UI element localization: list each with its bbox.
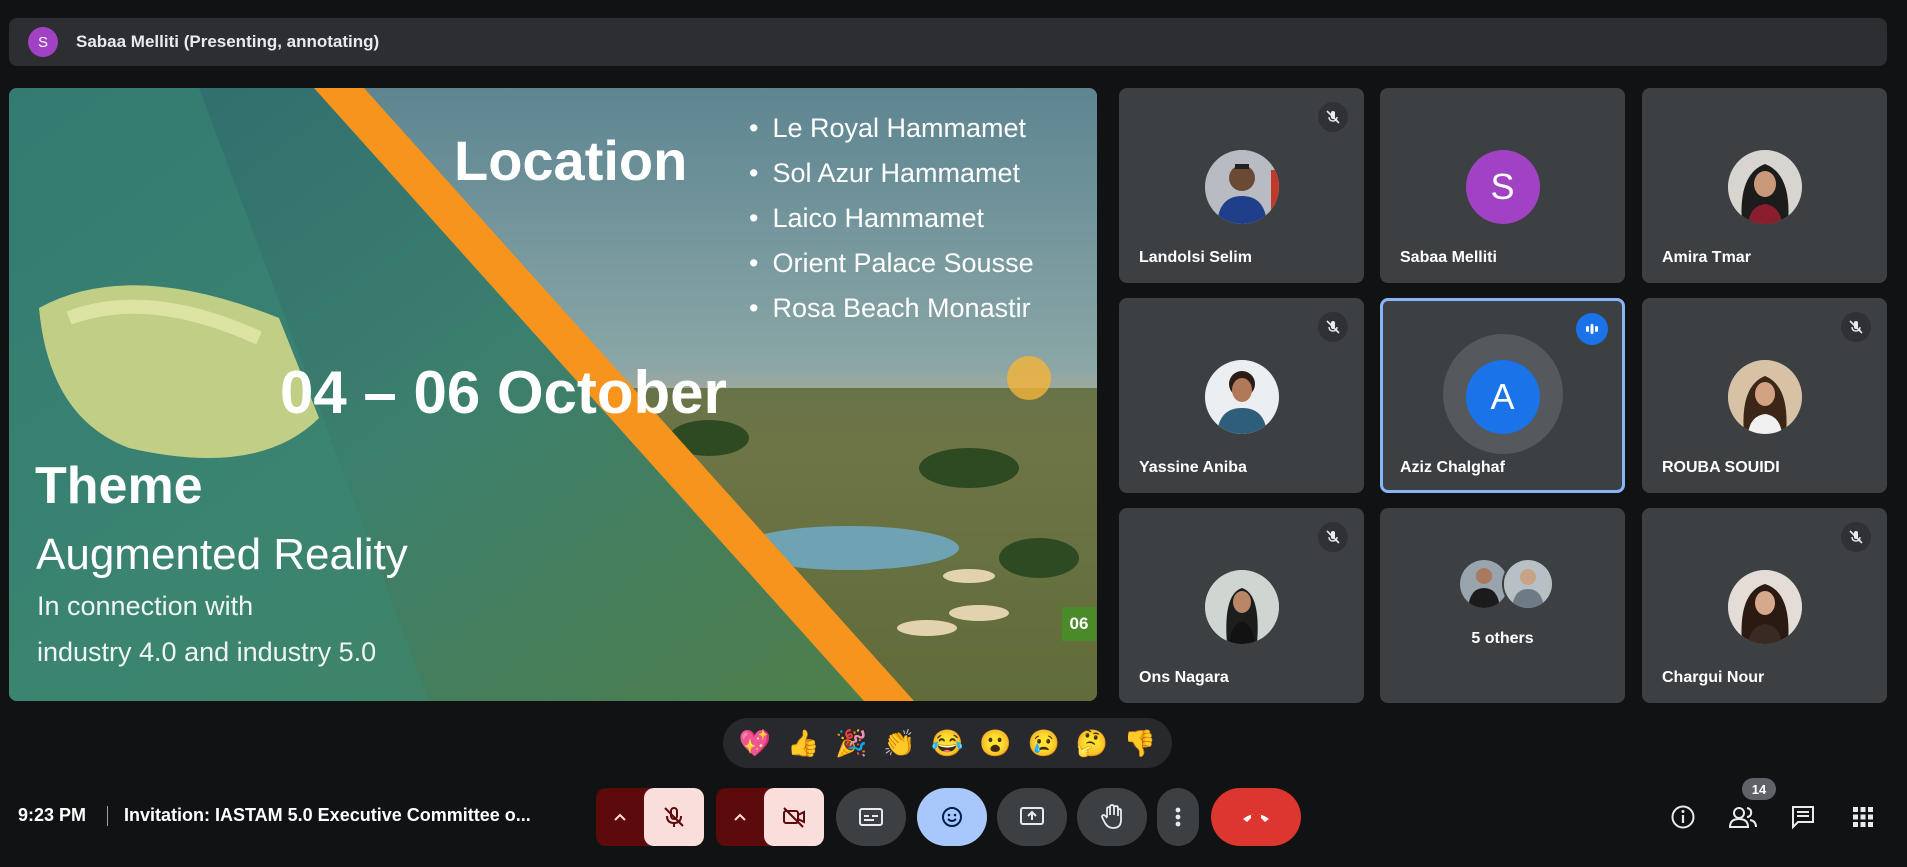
- reaction-clap[interactable]: 👏: [878, 728, 920, 759]
- camera-control: [716, 788, 824, 846]
- people-icon: [1728, 807, 1757, 828]
- participant-tile[interactable]: Yassine Aniba: [1119, 298, 1364, 493]
- apps-grid-icon: [1853, 807, 1873, 827]
- captions-button[interactable]: [836, 788, 906, 846]
- participant-name: Landolsi Selim: [1139, 249, 1252, 266]
- mic-off-button[interactable]: [644, 788, 704, 846]
- avatar: [1204, 570, 1279, 644]
- reaction-thumbs-up[interactable]: 👍: [782, 728, 824, 759]
- divider: [107, 806, 108, 826]
- location-item: Le Royal Hammamet: [749, 106, 1034, 151]
- avatar: [1204, 150, 1279, 224]
- audio-options-chevron-icon[interactable]: [596, 788, 644, 846]
- hand-icon: [1101, 804, 1122, 829]
- reaction-thinking[interactable]: 🤔: [1071, 728, 1113, 759]
- avatar: S: [1465, 150, 1540, 224]
- location-item: Sol Azur Hammamet: [749, 151, 1034, 196]
- participant-name: Aziz Chalghaf: [1400, 459, 1505, 476]
- participant-name: Yassine Aniba: [1139, 459, 1247, 476]
- clock: 9:23 PM: [18, 805, 87, 825]
- reactions-button[interactable]: [917, 788, 987, 846]
- reaction-party[interactable]: 🎉: [830, 728, 872, 759]
- others-avatar-group: [1458, 558, 1554, 610]
- chat-button[interactable]: [1786, 800, 1820, 834]
- chat-icon: [1792, 806, 1814, 830]
- leave-call-button[interactable]: [1211, 788, 1301, 846]
- presenter-avatar: S: [28, 27, 58, 57]
- participant-tile[interactable]: Ons Nagara: [1119, 508, 1364, 703]
- event-date: 04 – 06 October: [280, 359, 727, 426]
- participant-tile[interactable]: ROUBA SOUIDI: [1642, 298, 1887, 493]
- mic-off-icon: [1318, 312, 1348, 342]
- participant-tile[interactable]: Chargui Nour: [1642, 508, 1887, 703]
- location-list: Le Royal Hammamet Sol Azur Hammamet Laic…: [749, 106, 1034, 331]
- microphone-control: [596, 788, 704, 846]
- meeting-details-button[interactable]: [1666, 800, 1700, 834]
- avatar: [1502, 558, 1554, 610]
- location-title: Location: [454, 129, 688, 192]
- avatar: A: [1465, 360, 1540, 434]
- avatar: [1727, 570, 1802, 644]
- participant-tile[interactable]: S Sabaa Melliti: [1380, 88, 1625, 283]
- mic-off-icon: [1841, 522, 1871, 552]
- reaction-sad[interactable]: 😢: [1023, 728, 1065, 759]
- participant-name: Sabaa Melliti: [1400, 249, 1497, 266]
- reactions-bar: 💖 👍 🎉 👏 😂 😮 😢 🤔 👎: [723, 718, 1172, 768]
- presenter-label: Sabaa Melliti (Presenting, annotating): [76, 32, 380, 51]
- location-item: Laico Hammamet: [749, 196, 1034, 241]
- reaction-surprised[interactable]: 😮: [975, 728, 1017, 759]
- theme-caption: industry 4.0 and industry 5.0: [37, 637, 377, 667]
- theme-caption: In connection with: [37, 591, 254, 621]
- activities-button[interactable]: [1846, 800, 1880, 834]
- people-button[interactable]: [1726, 800, 1760, 834]
- theme-subtitle: Augmented Reality: [36, 530, 408, 579]
- mic-off-icon: [1841, 312, 1871, 342]
- participant-tile-others[interactable]: 5 others: [1380, 508, 1625, 703]
- info-icon: [1671, 805, 1695, 829]
- more-options-button[interactable]: [1157, 788, 1199, 846]
- reaction-thumbs-down[interactable]: 👎: [1119, 728, 1161, 759]
- participant-name: Ons Nagara: [1139, 669, 1229, 686]
- participant-name: Chargui Nour: [1662, 669, 1765, 686]
- speaking-indicator-icon: [1576, 313, 1608, 345]
- participant-tile[interactable]: Landolsi Selim: [1119, 88, 1364, 283]
- theme-title: Theme: [35, 457, 203, 515]
- mic-off-icon: [1318, 522, 1348, 552]
- video-options-chevron-icon[interactable]: [716, 788, 764, 846]
- reaction-laugh[interactable]: 😂: [926, 728, 968, 759]
- location-item: Orient Palace Sousse: [749, 241, 1033, 286]
- presented-slide: Location Le Royal Hammamet Sol Azur Hamm…: [9, 88, 1097, 701]
- participant-tile[interactable]: Amira Tmar: [1642, 88, 1887, 283]
- avatar: [1727, 150, 1802, 224]
- participant-tile-active-speaker[interactable]: A Aziz Chalghaf: [1380, 298, 1625, 493]
- location-item: Rosa Beach Monastir: [749, 286, 1034, 331]
- participant-name: Amira Tmar: [1662, 249, 1751, 266]
- present-button[interactable]: [997, 788, 1067, 846]
- camera-off-button[interactable]: [764, 788, 824, 846]
- participant-name: ROUBA SOUIDI: [1662, 459, 1780, 476]
- reaction-heart[interactable]: 💖: [734, 728, 776, 759]
- emoji-icon: [942, 807, 962, 827]
- mic-off-icon: [664, 807, 684, 827]
- hang-up-icon: [1243, 814, 1269, 822]
- participant-count-badge: 14: [1742, 778, 1776, 800]
- avatar: [1727, 360, 1802, 434]
- camera-off-icon: [783, 807, 805, 828]
- presenter-bar: S Sabaa Melliti (Presenting, annotating): [9, 18, 1887, 66]
- present-screen-icon: [1020, 807, 1044, 825]
- slide-page-number: 06: [1062, 607, 1096, 641]
- others-count: 5 others: [1471, 630, 1534, 647]
- avatar: [1204, 360, 1279, 434]
- meeting-title[interactable]: Invitation: IASTAM 5.0 Executive Committ…: [124, 805, 531, 826]
- more-vertical-icon: [1175, 807, 1181, 827]
- raise-hand-button[interactable]: [1077, 788, 1147, 846]
- mic-off-icon: [1318, 102, 1348, 132]
- captions-icon: [859, 808, 883, 826]
